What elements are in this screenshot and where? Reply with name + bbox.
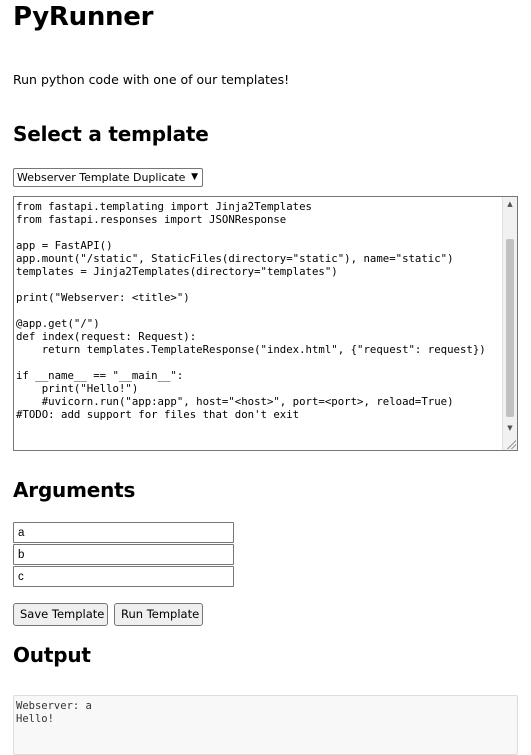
code-editor-content[interactable]: from fastapi.templating import Jinja2Tem… [16,200,501,421]
code-editor[interactable]: from fastapi.templating import Jinja2Tem… [13,196,518,451]
argument-input-3[interactable] [13,566,234,587]
arrow-down-icon[interactable]: ▼ [503,424,517,432]
chevron-down-icon: ▼ [191,172,198,182]
arguments-heading: Arguments [13,478,136,502]
select-template-heading: Select a template [13,122,209,146]
template-select-value: Webserver Template Duplicate [17,171,186,184]
argument-input-2[interactable] [13,544,234,565]
arrow-up-icon[interactable]: ▲ [503,200,517,208]
template-select[interactable]: Webserver Template Duplicate ▼ [13,168,203,187]
output-box: Webserver: a Hello! [13,695,518,755]
run-template-button[interactable]: Run Template [114,603,203,626]
output-heading: Output [13,643,91,667]
resize-grip-icon[interactable] [506,439,516,449]
page-title: PyRunner [13,2,154,32]
argument-input-1[interactable] [13,522,234,543]
intro-text: Run python code with one of our template… [13,72,290,87]
save-template-button[interactable]: Save Template [13,603,108,626]
editor-scrollbar[interactable]: ▲ ▼ [502,197,517,450]
editor-scrollbar-thumb[interactable] [506,239,514,417]
